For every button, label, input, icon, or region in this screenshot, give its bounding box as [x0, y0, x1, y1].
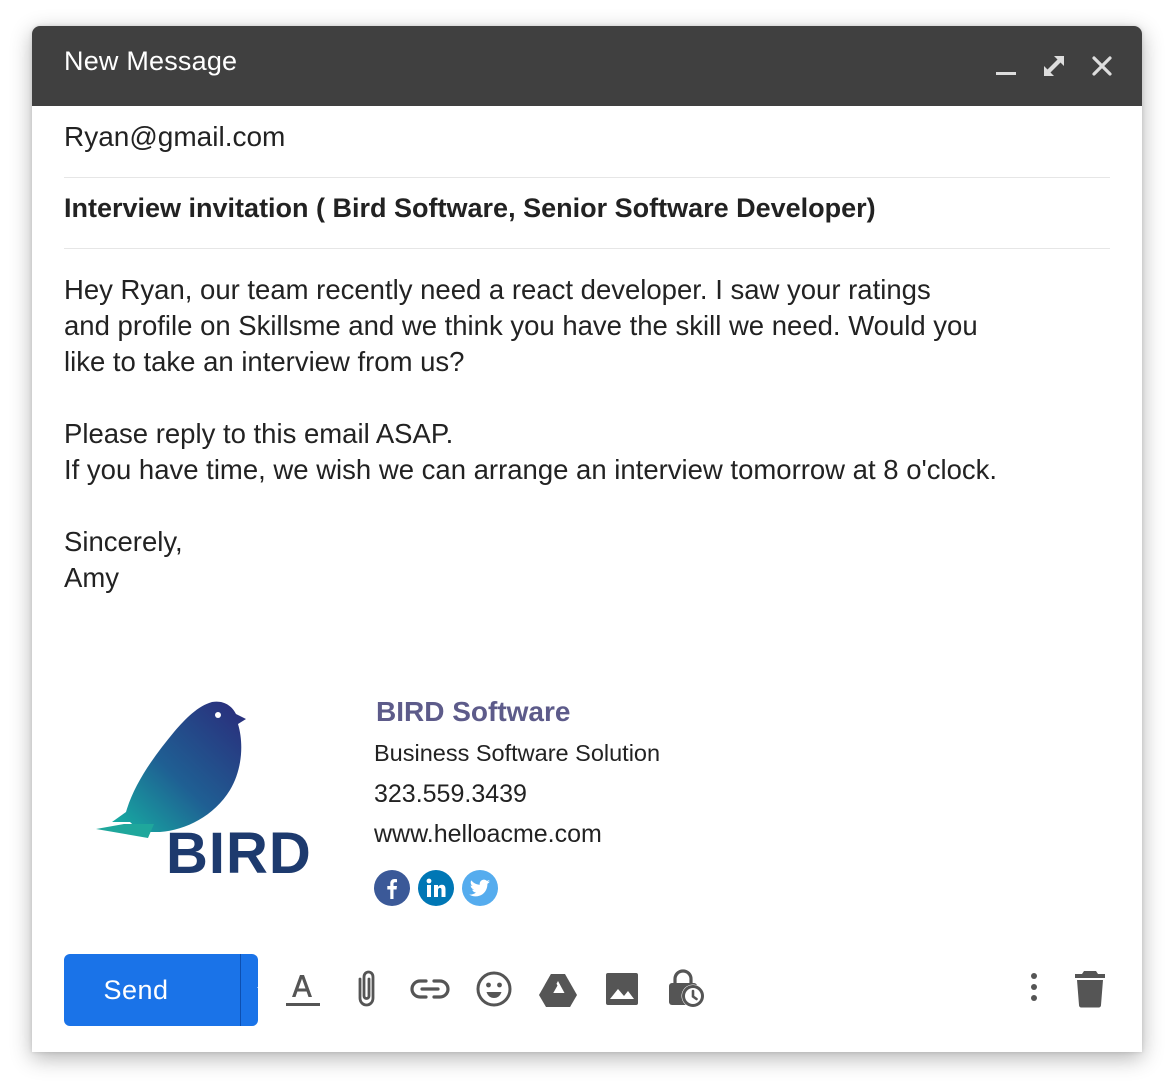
recipient-field[interactable]: Ryan@gmail.com [64, 106, 1110, 178]
signature-phone: 323.559.3439 [374, 780, 527, 808]
bird-logo: BIRD [94, 698, 314, 908]
expand-icon[interactable] [1040, 52, 1068, 80]
body-line: and profile on Skillsme and we think you… [64, 310, 978, 341]
facebook-icon[interactable] [374, 870, 410, 906]
minimize-icon[interactable] [992, 52, 1020, 80]
subject-value[interactable]: Interview invitation ( Bird Software, Se… [64, 193, 876, 224]
recipient-value[interactable]: Ryan@gmail.com [64, 121, 285, 153]
signature-company: BIRD Software [376, 696, 571, 727]
image-icon[interactable] [600, 967, 644, 1011]
link-icon[interactable] [408, 967, 452, 1011]
emoji-icon[interactable] [472, 967, 516, 1011]
logo-text: BIRD [166, 821, 312, 886]
body-line: Please reply to this email ASAP. [64, 418, 454, 449]
signature-tagline: Business Software Solution [374, 740, 661, 766]
body-line: Sincerely, [64, 526, 183, 557]
send-label: Send [103, 975, 169, 1005]
signature-website[interactable]: www.helloacme.com [374, 820, 602, 849]
twitter-icon[interactable] [462, 870, 498, 906]
message-body[interactable]: Hey Ryan, our team recently need a react… [64, 272, 1114, 596]
text-format-icon[interactable] [280, 967, 324, 1011]
send-button[interactable]: Send [64, 954, 258, 1026]
compose-title: New Message [64, 46, 238, 76]
compose-window: New Message Ryan@gmail.com Interview inv… [32, 26, 1142, 1052]
body-line: like to take an interview from us? [64, 346, 465, 377]
drive-icon[interactable] [536, 967, 580, 1011]
linkedin-icon[interactable] [418, 870, 454, 906]
compose-titlebar[interactable]: New Message [32, 26, 1142, 106]
body-line: If you have time, we wish we can arrange… [64, 454, 998, 485]
chevron-down-icon [257, 987, 258, 988]
body-line: Amy [64, 562, 119, 593]
schedule-lock-icon[interactable] [664, 967, 708, 1011]
more-options-icon[interactable] [1012, 967, 1056, 1011]
trash-icon[interactable] [1068, 967, 1112, 1011]
attach-icon[interactable] [344, 967, 388, 1011]
subject-field[interactable]: Interview invitation ( Bird Software, Se… [64, 177, 1110, 249]
close-icon[interactable] [1088, 52, 1116, 80]
body-line: Hey Ryan, our team recently need a react… [64, 274, 931, 305]
send-options-dropdown[interactable] [240, 954, 258, 1026]
